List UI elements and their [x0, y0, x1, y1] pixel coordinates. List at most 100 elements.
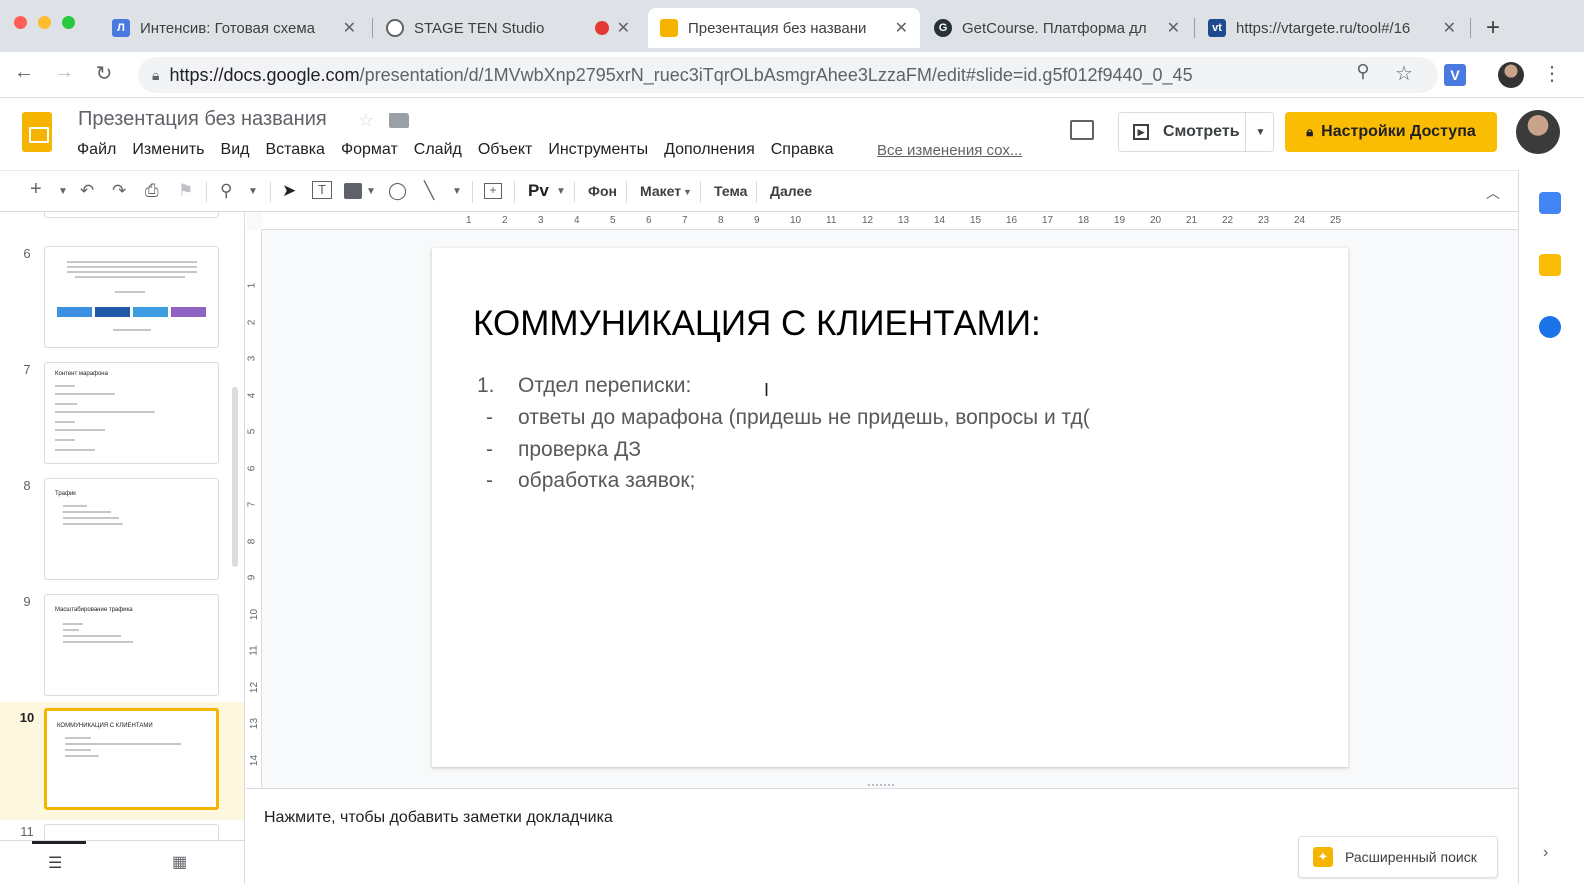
zoom-dropdown-icon[interactable]: ▼ [248, 186, 258, 197]
redo-icon[interactable]: ↷ [112, 181, 126, 201]
thumb-text-line [63, 629, 79, 631]
speaker-notes[interactable]: Нажмите, чтобы добавить заметки докладчи… [246, 788, 1518, 884]
list-item[interactable]: - обработка заявок; [486, 469, 695, 493]
url-bar[interactable]: 🔒︎ https://docs.google.com/presentation/… [138, 57, 1438, 93]
slide-number: 7 [23, 362, 31, 377]
comments-icon[interactable] [1070, 120, 1094, 140]
profile-avatar[interactable] [1498, 62, 1524, 88]
menu-edit[interactable]: Изменить [132, 141, 204, 159]
close-window-button[interactable] [14, 16, 27, 29]
keep-icon[interactable] [1539, 254, 1561, 276]
menu-file[interactable]: Файл [77, 141, 116, 159]
notes-resize-handle[interactable] [868, 784, 894, 787]
menu-addons[interactable]: Дополнения [664, 141, 755, 159]
grid-view-icon[interactable]: ▦ [172, 852, 187, 872]
expand-panel-icon[interactable]: › [1543, 844, 1548, 862]
folder-icon[interactable] [389, 113, 409, 128]
address-toolbar: ← → ↻ 🔒︎ https://docs.google.com/present… [0, 52, 1584, 98]
bookmark-star-icon[interactable]: ☆ [1390, 61, 1418, 86]
browser-tab[interactable]: G GetCourse. Платформа дл ✕ [922, 8, 1192, 48]
explore-button[interactable]: ✦ Расширенный поиск [1298, 836, 1498, 878]
undo-icon[interactable]: ↶ [80, 181, 94, 201]
close-tab-icon[interactable]: ✕ [1443, 18, 1456, 38]
background-button[interactable]: Фон [588, 183, 617, 199]
toolbar-divider [756, 181, 757, 203]
paint-format-icon[interactable]: ⚑ [178, 181, 193, 201]
forward-arrow-icon[interactable]: → [50, 61, 78, 84]
list-marker: 1. [477, 374, 495, 397]
slide-thumbnail-selected[interactable]: КОММУНИКАЦИЯ С КЛИЕНТАМИ [44, 708, 219, 810]
menu-insert[interactable]: Вставка [265, 141, 324, 159]
tab-title: Интенсив: Готовая схема [140, 19, 316, 37]
slide-title[interactable]: КОММУНИКАЦИЯ С КЛИЕНТАМИ: [473, 304, 1041, 344]
zoom-icon[interactable]: ⚲ [220, 181, 232, 201]
menu-format[interactable]: Формат [341, 141, 398, 159]
close-tab-icon[interactable]: ✕ [617, 18, 630, 38]
filmstrip-view-icon[interactable]: ☰ [48, 853, 62, 873]
layout-dropdown-icon[interactable]: ▼ [683, 187, 692, 197]
slides-logo-icon[interactable] [22, 112, 52, 152]
input-tools-dropdown-icon[interactable]: ▼ [556, 186, 566, 197]
maximize-window-button[interactable] [62, 16, 75, 29]
extension-v-icon[interactable]: V [1444, 64, 1466, 86]
browser-menu-icon[interactable]: ⋮ [1538, 61, 1566, 86]
close-tab-icon[interactable]: ✕ [895, 18, 908, 38]
share-button[interactable]: 🔒︎ Настройки Доступа [1285, 112, 1497, 152]
menu-tools[interactable]: Инструменты [548, 141, 648, 159]
present-dropdown-icon[interactable]: ▼ [1245, 113, 1275, 151]
layout-button[interactable]: Макет [640, 183, 681, 199]
browser-tab[interactable]: STAGE TEN Studio ✕ [374, 8, 642, 48]
calendar-icon[interactable] [1539, 192, 1561, 214]
select-cursor-icon[interactable]: ➤ [282, 181, 296, 201]
back-arrow-icon[interactable]: ← [10, 61, 38, 84]
collapse-toolbar-icon[interactable]: ︿ [1486, 183, 1500, 203]
reload-icon[interactable]: ↻ [90, 61, 118, 86]
image-icon[interactable] [344, 183, 362, 199]
line-icon[interactable]: ╲ [424, 181, 434, 201]
browser-tab[interactable]: vt https://vtargete.ru/tool#/16 ✕ [1196, 8, 1468, 48]
slide-editor[interactable]: КОММУНИКАЦИЯ С КЛИЕНТАМИ: 1. Отдел переп… [432, 248, 1348, 767]
list-item[interactable]: - проверка ДЗ [486, 438, 641, 462]
line-dropdown-icon[interactable]: ▼ [452, 186, 462, 197]
notes-placeholder[interactable]: Нажмите, чтобы добавить заметки докладчи… [264, 809, 613, 827]
present-button[interactable]: ▸ Смотреть ▼ [1118, 112, 1274, 152]
transition-button[interactable]: Далее [770, 183, 812, 199]
document-title[interactable]: Презентация без названия [78, 108, 327, 131]
new-tab-icon[interactable]: + [1486, 14, 1500, 42]
ruler-number: 24 [1294, 215, 1306, 226]
close-tab-icon[interactable]: ✕ [343, 18, 356, 38]
comment-add-icon[interactable]: + [484, 183, 502, 199]
text-box-icon[interactable]: T [312, 181, 332, 199]
menu-view[interactable]: Вид [221, 141, 250, 159]
shape-icon[interactable]: ◯ [388, 181, 407, 201]
ruler-number: 4 [574, 215, 580, 226]
image-dropdown-icon[interactable]: ▼ [366, 186, 376, 197]
zoom-icon[interactable]: ⚲ [1349, 61, 1377, 82]
ruler-number: 13 [898, 215, 910, 226]
slide-thumbnail[interactable]: Масштабирование трафика [44, 594, 219, 696]
slide-thumbnail[interactable] [44, 246, 219, 348]
new-slide-icon[interactable]: + [30, 178, 42, 201]
menu-slide[interactable]: Слайд [414, 141, 462, 159]
filmstrip-scrollbar[interactable] [232, 387, 238, 567]
save-status-link[interactable]: Все изменения сох... [877, 142, 1022, 159]
menu-arrange[interactable]: Объект [478, 141, 532, 159]
close-tab-icon[interactable]: ✕ [1167, 18, 1180, 38]
tasks-icon[interactable] [1539, 316, 1561, 338]
minimize-window-button[interactable] [38, 16, 51, 29]
menu-help[interactable]: Справка [771, 141, 834, 159]
input-tools-icon[interactable]: Pv [528, 181, 549, 201]
account-avatar[interactable] [1516, 110, 1560, 154]
new-slide-dropdown-icon[interactable]: ▼ [58, 186, 68, 197]
slide-thumbnail[interactable]: Трафик [44, 478, 219, 580]
slide-thumbnail[interactable]: Контент марафона [44, 362, 219, 464]
print-icon[interactable]: ⎙ [145, 181, 159, 201]
side-panel: › [1518, 170, 1584, 884]
list-item[interactable]: 1. Отдел переписки: [477, 374, 691, 398]
browser-tab[interactable]: Л Интенсив: Готовая схема ✕ [100, 8, 368, 48]
star-icon[interactable]: ☆ [358, 110, 374, 131]
theme-button[interactable]: Тема [714, 183, 747, 199]
browser-tab-active[interactable]: Презентация без названи ✕ [648, 8, 920, 48]
list-item[interactable]: - ответы до марафона (придешь не придешь… [486, 406, 1090, 430]
slide-thumbnail[interactable] [44, 212, 219, 218]
